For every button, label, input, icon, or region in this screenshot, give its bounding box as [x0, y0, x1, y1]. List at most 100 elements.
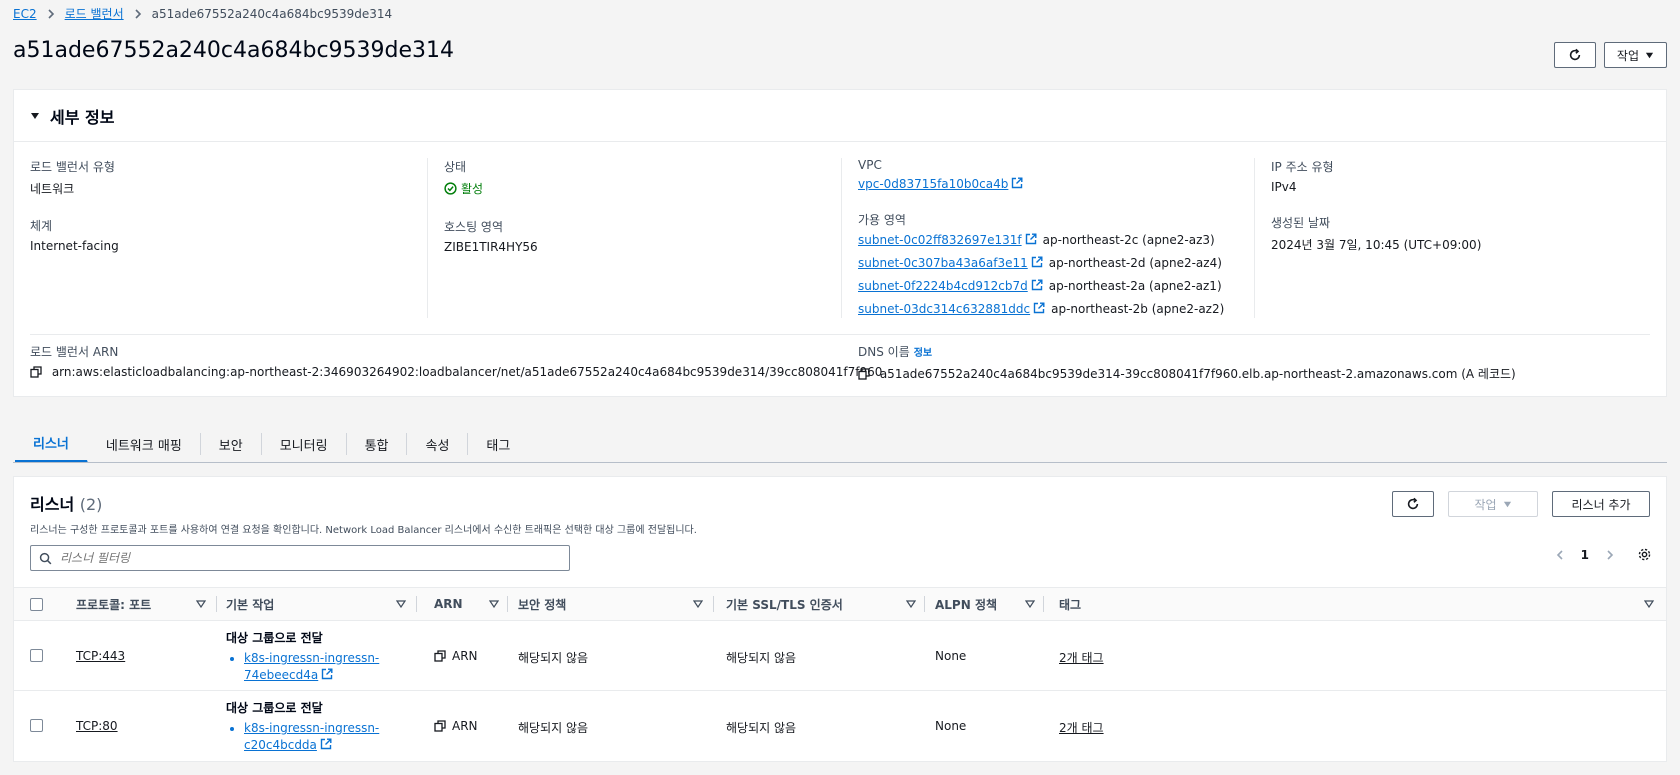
target-group-item: k8s-ingressn-ingressn- 74ebeecd4a: [244, 650, 379, 684]
vpc-link[interactable]: vpc-0d83715fa10b0ca4b: [858, 177, 1008, 191]
ip-type-value: IPv4: [1271, 180, 1297, 194]
listeners-actions-button[interactable]: 작업: [1448, 491, 1538, 517]
column-label: ALPN 정책: [935, 597, 998, 612]
refresh-button[interactable]: [1553, 42, 1596, 68]
external-link-icon: [1012, 177, 1023, 189]
copy-icon[interactable]: [434, 650, 446, 662]
target-group-link[interactable]: k8s-ingressn-ingressn-: [244, 721, 379, 735]
column-divider: [1043, 596, 1044, 612]
column-divider: [416, 596, 417, 612]
details-col-3: VPC vpc-0d83715fa10b0ca4b 가용 영역 subnet-0…: [858, 158, 1224, 325]
add-listener-button[interactable]: 리스너 추가: [1552, 491, 1650, 517]
alpn-cell: None: [935, 649, 967, 663]
column-header-security-policy[interactable]: 보안 정책: [518, 588, 703, 620]
tags-link[interactable]: 2개 태그: [1059, 719, 1104, 736]
external-link-icon: [322, 668, 333, 680]
tab-monitoring[interactable]: 모니터링: [262, 433, 347, 455]
listener-protocol-link[interactable]: TCP:443: [76, 649, 125, 663]
copy-icon[interactable]: [434, 720, 446, 732]
column-header-ssl-cert[interactable]: 기본 SSL/TLS 인증서: [726, 588, 916, 620]
ssl-cert-cell: 해당되지 않음: [726, 721, 797, 735]
listeners-description: 리스너는 구성한 프로토콜과 포트를 사용하여 연결 요청을 확인합니다. Ne…: [30, 525, 697, 536]
details-col-2: 상태 활성 호스팅 영역 ZIBE1TIR4HY56: [444, 158, 538, 274]
details-panel: 세부 정보 로드 밸런서 유형 네트워크 체계 Internet-facing …: [13, 89, 1667, 397]
action-title: 대상 그룹으로 전달: [226, 701, 323, 715]
tab-listeners[interactable]: 리스너: [15, 425, 88, 463]
column-header-default-action[interactable]: 기본 작업: [226, 588, 406, 620]
status-label: 상태: [444, 160, 467, 174]
chevron-right-icon[interactable]: [1605, 549, 1615, 561]
details-col-4: IP 주소 유형 IPv4 생성된 날짜 2024년 3월 7일, 10:45 …: [1271, 158, 1481, 273]
column-header-alpn[interactable]: ALPN 정책: [935, 588, 1035, 620]
status-badge: 활성: [444, 180, 483, 197]
subnet-link[interactable]: subnet-0c02ff832697e131f: [858, 233, 1022, 247]
column-header-arn[interactable]: ARN: [434, 588, 499, 620]
select-all-checkbox[interactable]: [30, 597, 43, 611]
listener-filter[interactable]: [30, 545, 570, 571]
hosted-zone-value: ZIBE1TIR4HY56: [444, 240, 538, 254]
default-action-cell: 대상 그룹으로 전달 k8s-ingressn-ingressn- c20c4b…: [226, 699, 379, 754]
target-group-list: k8s-ingressn-ingressn- 74ebeecd4a: [226, 650, 379, 684]
tab-attributes[interactable]: 속성: [407, 433, 469, 455]
divider: [30, 334, 1650, 335]
page-title: a51ade67552a240c4a684bc9539de314: [13, 38, 455, 63]
listeners-actions-label: 작업: [1474, 497, 1497, 512]
lb-type-value: 네트워크: [30, 182, 75, 196]
tab-integrations[interactable]: 통합: [347, 433, 408, 455]
subnet-link[interactable]: subnet-0c307ba43a6af3e11: [858, 256, 1028, 270]
subnet-link[interactable]: subnet-03dc314c632881ddc: [858, 302, 1030, 316]
target-group-link[interactable]: k8s-ingressn-ingressn-: [244, 651, 379, 665]
actions-dropdown-button[interactable]: 작업: [1603, 42, 1667, 68]
arn-block: 로드 밸런서 ARN arn:aws:elasticloadbalancing:…: [30, 343, 882, 399]
listeners-count: (2): [79, 495, 103, 514]
row-checkbox[interactable]: [30, 649, 43, 662]
tab-bar: 리스너 네트워크 매핑 보안 모니터링 통합 속성 태그: [15, 425, 528, 463]
subnet-link[interactable]: subnet-0f2224b4cd912cb7d: [858, 279, 1028, 293]
arn-cell: ARN: [434, 649, 478, 663]
table-row[interactable]: TCP:443 대상 그룹으로 전달 k8s-ingressn-ingressn…: [14, 621, 1666, 691]
column-header-tags[interactable]: 태그: [1059, 588, 1654, 620]
select-all-cell: [30, 588, 43, 620]
target-group-list: k8s-ingressn-ingressn- c20c4bcdda: [226, 720, 379, 754]
caret-down-icon: [1645, 52, 1654, 58]
subnet-az: ap-northeast-2c (apne2-az3): [1042, 233, 1215, 247]
pagination: 1: [1555, 547, 1652, 562]
arn-label: 로드 밸런서 ARN: [30, 345, 119, 359]
search-icon: [39, 552, 52, 564]
caret-down-icon: [31, 112, 39, 119]
column-label: ARN: [434, 597, 463, 611]
sort-icon: [1025, 600, 1035, 608]
tags-link[interactable]: 2개 태그: [1059, 649, 1104, 666]
copy-icon[interactable]: [858, 368, 870, 380]
table-header: 프로토콜: 포트 기본 작업 ARN 보안 정책 기본 SSL/TLS 인증서 …: [14, 587, 1666, 621]
table-row[interactable]: TCP:80 대상 그룹으로 전달 k8s-ingressn-ingressn-…: [14, 691, 1666, 761]
dns-block: DNS 이름 정보 a51ade67552a240c4a684bc9539de31…: [858, 343, 1516, 402]
listeners-refresh-button[interactable]: [1392, 491, 1434, 517]
dns-info-link[interactable]: 정보: [914, 348, 932, 359]
default-action-cell: 대상 그룹으로 전달 k8s-ingressn-ingressn- 74ebee…: [226, 629, 379, 684]
details-header[interactable]: 세부 정보: [14, 90, 1666, 142]
breadcrumb-ec2[interactable]: EC2: [13, 7, 37, 21]
listener-protocol-link[interactable]: TCP:80: [76, 719, 118, 733]
column-header-protocol[interactable]: 프로토콜: 포트: [76, 588, 206, 620]
page-number[interactable]: 1: [1581, 548, 1589, 562]
ssl-cert-cell: 해당되지 않음: [726, 651, 797, 665]
listener-filter-input[interactable]: [60, 551, 540, 565]
tab-network-mapping[interactable]: 네트워크 매핑: [88, 433, 201, 455]
listeners-panel: 리스너 (2) 리스너는 구성한 프로토콜과 포트를 사용하여 연결 요청을 확…: [13, 476, 1667, 762]
column-label: 태그: [1059, 597, 1082, 612]
copy-icon[interactable]: [30, 366, 42, 378]
column-label: 프로토콜: 포트: [76, 597, 152, 612]
security-policy-cell: 해당되지 않음: [518, 721, 589, 735]
details-col-1: 로드 밸런서 유형 네트워크 체계 Internet-facing: [30, 158, 119, 273]
target-group-link-cont[interactable]: c20c4bcdda: [244, 738, 317, 752]
target-group-link-cont[interactable]: 74ebeecd4a: [244, 668, 318, 682]
external-link-icon: [1025, 233, 1037, 245]
gear-icon[interactable]: [1637, 547, 1652, 562]
sort-icon: [489, 600, 499, 608]
tab-tags[interactable]: 태그: [468, 433, 528, 455]
row-checkbox[interactable]: [30, 719, 43, 732]
breadcrumb-load-balancers[interactable]: 로드 밸런서: [65, 5, 124, 22]
tab-security[interactable]: 보안: [201, 433, 262, 455]
chevron-left-icon[interactable]: [1555, 549, 1565, 561]
